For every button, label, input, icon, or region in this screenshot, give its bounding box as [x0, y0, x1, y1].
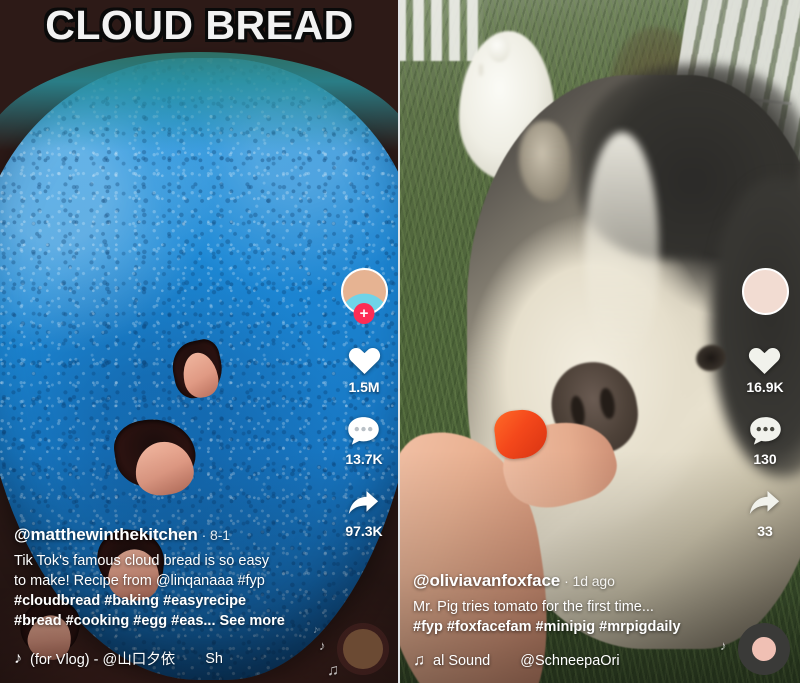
desc-line: Mr. Pig tries tomato for the first time.… [413, 599, 654, 615]
follow-plus-icon[interactable]: + [353, 303, 375, 324]
dog-leg [479, 63, 484, 76]
heart-icon[interactable] [347, 343, 382, 375]
comment-icon[interactable] [346, 415, 381, 447]
video-description-right: Mr. Pig tries tomato for the first time.… [413, 597, 722, 637]
like-button-left[interactable]: 1.5M [347, 343, 382, 395]
caption-block-right: @oliviavanfoxface · 1d ago Mr. Pig tries … [413, 571, 722, 637]
share-count-left: 97.3K [345, 523, 383, 539]
author-avatar-left[interactable]: + [340, 268, 388, 324]
comment-button-left[interactable]: 13.7K [345, 415, 383, 467]
share-icon[interactable] [346, 487, 382, 519]
panel-divider [398, 0, 400, 683]
comment-icon[interactable] [748, 415, 783, 447]
post-timestamp-left: · 8-1 [201, 527, 230, 543]
floating-note-icon: ♪ [313, 624, 319, 636]
post-timestamp-right: · 1d ago [564, 573, 615, 589]
pig-ear [518, 121, 571, 202]
record-cover-art [751, 636, 777, 662]
author-username-left[interactable]: @matthewinthekitchen · 8-1 [14, 525, 321, 545]
music-note-icon: ♪ [14, 649, 22, 667]
video-panel-right[interactable]: 16.9K 130 33 @oliviavanfoxface · 1d ago … [399, 0, 800, 683]
video-description-left: Tik Tok's famous cloud bread is so easy … [14, 551, 321, 631]
spinning-record[interactable] [337, 623, 389, 675]
music-title-left[interactable]: (for Vlog) - @山口夕依 [30, 648, 175, 669]
action-rail-right: 16.9K 130 33 [736, 268, 794, 559]
music-disc-left[interactable]: ♪ ♪ ♫ [313, 623, 389, 679]
comment-count-left: 13.7K [345, 451, 383, 467]
side-by-side-tiktok-screenshot: CLOUD BREAD + 1.5M 13.7K 97.3K @matthewi… [0, 0, 800, 683]
heart-icon[interactable] [747, 343, 782, 375]
pig-white-blaze [585, 132, 659, 362]
desc-line: to make! Recipe from @linqanaaa #fyp [14, 573, 265, 589]
desc-line: #bread #cooking #egg #eas... [14, 613, 216, 629]
desc-line: #cloudbread #baking #easyrecipe [14, 593, 247, 609]
record-cover-art [343, 629, 383, 669]
caption-block-left: @matthewinthekitchen · 8-1 Tik Tok's famo… [14, 525, 321, 631]
floating-note-icon: ♫ [327, 662, 339, 679]
video-panel-left[interactable]: CLOUD BREAD + 1.5M 13.7K 97.3K @matthewi… [0, 0, 399, 683]
music-row-right[interactable]: ♫ al Sound @SchneepaOri [413, 653, 620, 669]
dog-head [488, 33, 511, 63]
action-rail-left: + 1.5M 13.7K 97.3K [335, 268, 393, 559]
username-text[interactable]: @oliviavanfoxface [413, 571, 560, 590]
spinning-record[interactable] [738, 623, 790, 675]
share-icon[interactable] [747, 487, 783, 519]
desc-line: Tik Tok's famous cloud bread is so easy [14, 553, 270, 569]
pig-nostril [598, 386, 617, 420]
see-more-link[interactable]: See more [220, 613, 285, 629]
music-disc-right[interactable]: ♪ [720, 623, 790, 675]
floating-note-icon: ♪ [319, 638, 326, 653]
video-title-overlay-left: CLOUD BREAD [45, 2, 354, 48]
author-avatar-right[interactable] [741, 268, 789, 315]
music-trailing-left: Sh [205, 650, 223, 667]
author-username-right[interactable]: @oliviavanfoxface · 1d ago [413, 571, 722, 591]
username-text[interactable]: @matthewinthekitchen [14, 525, 198, 544]
picket-fence-background [399, 0, 484, 62]
avatar[interactable] [741, 268, 789, 315]
like-count-left: 1.5M [348, 379, 380, 395]
comment-count-right: 130 [753, 451, 777, 467]
like-count-right: 16.9K [746, 379, 784, 395]
music-note-icon: ♫ [413, 653, 425, 669]
desc-line: #fyp #foxfacefam #minipig #mrpigdaily [413, 619, 681, 635]
share-button-right[interactable]: 33 [747, 487, 783, 539]
music-title-right[interactable]: al Sound [433, 653, 490, 669]
music-row-left[interactable]: ♪ (for Vlog) - @山口夕依 Sh [14, 648, 223, 669]
share-count-right: 33 [757, 523, 773, 539]
floating-note-icon: ♪ [720, 638, 727, 653]
share-button-left[interactable]: 97.3K [345, 487, 383, 539]
music-author-right[interactable]: @SchneepaOri [520, 653, 619, 669]
like-button-right[interactable]: 16.9K [746, 343, 784, 395]
comment-button-right[interactable]: 130 [748, 415, 783, 467]
